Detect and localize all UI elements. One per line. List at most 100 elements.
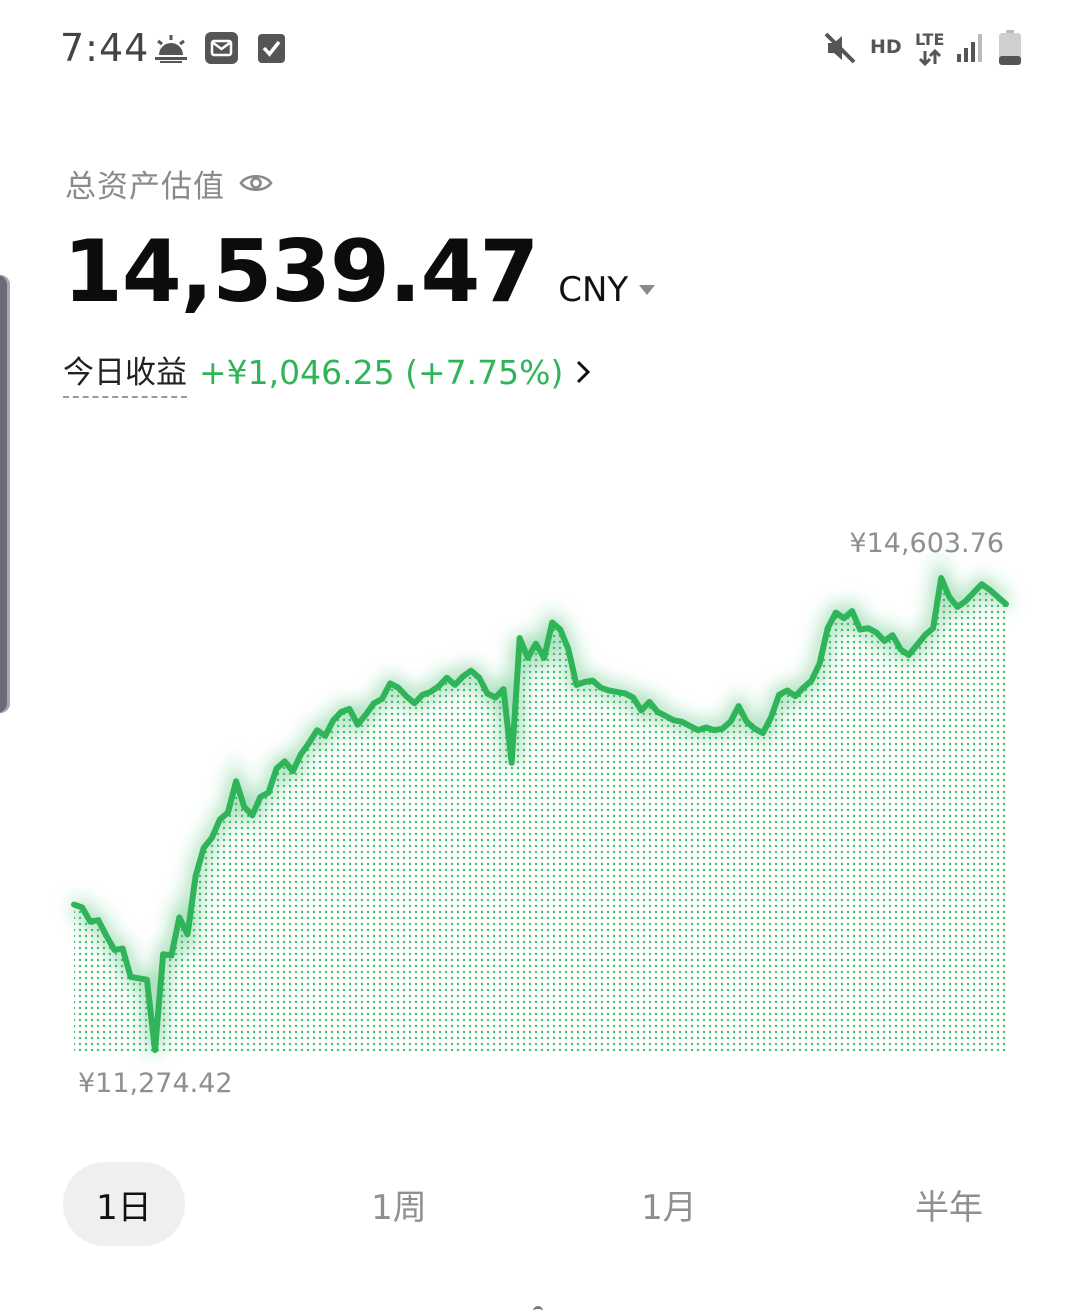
chart-point [79, 904, 85, 910]
tab-6m[interactable]: 半年 [888, 1162, 1010, 1246]
chart-point [946, 594, 952, 600]
chart-point [476, 675, 482, 681]
chart-point [128, 974, 134, 980]
chart-point [322, 733, 328, 739]
total-asset-value: 14,539.47 [63, 222, 539, 322]
chart-point [452, 682, 458, 688]
chart-point [938, 575, 944, 581]
chart-point [800, 685, 806, 691]
chart-point [646, 699, 652, 705]
chart-point [711, 727, 717, 733]
daily-pnl-label[interactable]: 今日收益 [63, 347, 187, 398]
chart-point [468, 668, 474, 674]
chart-point [963, 598, 969, 604]
mail-icon [205, 32, 238, 68]
range-tabs: 1日 1周 1月 半年 [0, 1162, 1080, 1246]
chart-point [817, 661, 823, 667]
chart-point [379, 696, 385, 702]
chart-point [881, 638, 887, 644]
chart-point [841, 615, 847, 621]
asset-label-row: 总资产估值 [65, 160, 273, 206]
chart-point [395, 685, 401, 691]
daily-pnl-value: +¥1,046.25 (+7.75%) [199, 352, 564, 392]
chart-point [809, 678, 815, 684]
asset-chart[interactable]: ¥14,603.76 ¥11,274.42 [0, 520, 1080, 1120]
chart-point [168, 953, 174, 959]
chart-point [95, 917, 101, 923]
chart-point [873, 629, 879, 635]
chart-point [979, 581, 985, 587]
asset-chart-svg [71, 552, 1011, 1053]
chart-point [565, 646, 571, 652]
chart-point [266, 790, 272, 796]
chart-point [274, 766, 280, 772]
chart-point [574, 682, 580, 688]
chart-point [444, 675, 450, 681]
chart-point [995, 594, 1001, 600]
chart-point [420, 692, 426, 698]
chart-point [744, 719, 750, 725]
chart-point [509, 760, 515, 766]
checkbox-icon [258, 32, 285, 68]
chart-point [517, 635, 523, 641]
chart-point [241, 804, 247, 810]
currency-selector[interactable]: CNY [558, 270, 656, 310]
daily-pnl-row: 今日收益 +¥1,046.25 (+7.75%) [63, 347, 591, 398]
chart-point [371, 700, 377, 706]
chart-point [501, 686, 507, 692]
chart-point [387, 680, 393, 686]
chart-point [606, 688, 612, 694]
chart-point [728, 719, 734, 725]
chart-point [687, 723, 693, 729]
chart-point [890, 632, 896, 638]
chart-point [330, 717, 336, 723]
chart-point [557, 627, 563, 633]
status-time: 7:44 [60, 26, 150, 70]
chart-point [914, 642, 920, 648]
chart-point [257, 794, 263, 800]
chart-point [768, 715, 774, 721]
chart-max-label: ¥14,603.76 [849, 528, 1004, 559]
chart-point [971, 590, 977, 596]
chart-point [865, 625, 871, 631]
tab-1d[interactable]: 1日 [63, 1162, 185, 1246]
chart-point [144, 977, 150, 983]
chart-point [1003, 601, 1009, 607]
chart-point [484, 690, 490, 696]
tab-1w[interactable]: 1周 [338, 1162, 460, 1246]
chart-point [152, 1047, 158, 1053]
battery-icon [998, 30, 1022, 70]
chart-point [103, 933, 109, 939]
chart-point [347, 706, 353, 712]
chart-point [185, 931, 191, 937]
chart-point [136, 975, 142, 981]
chart-point [582, 679, 588, 685]
chart-point [792, 693, 798, 699]
chart-point [898, 646, 904, 652]
tab-1m[interactable]: 1月 [608, 1162, 730, 1246]
chart-point [298, 751, 304, 757]
chart-point [71, 902, 77, 908]
eye-icon[interactable] [239, 171, 273, 195]
chart-point [176, 914, 182, 920]
signal-icon [955, 30, 987, 68]
chart-point [719, 726, 725, 732]
chart-point [679, 719, 685, 725]
asset-overview-screen: 7:44 HD LTE 总资产估值 14,539.47 CNY 今日收益 +¥1… [0, 0, 1080, 1315]
chart-point [233, 778, 239, 784]
chart-point [428, 689, 434, 695]
chart-point [201, 845, 207, 851]
chevron-right-icon[interactable] [575, 358, 591, 386]
chart-point [630, 695, 636, 701]
chart-point [663, 713, 669, 719]
chart-point [541, 655, 547, 661]
chart-point [282, 758, 288, 764]
chart-point [403, 693, 409, 699]
chart-point [825, 625, 831, 631]
chart-point [355, 722, 361, 728]
chart-point [549, 620, 555, 626]
chart-point [363, 712, 369, 718]
lte-icon: LTE [914, 29, 948, 71]
chart-point [249, 812, 255, 818]
total-asset-label: 总资产估值 [65, 168, 225, 205]
